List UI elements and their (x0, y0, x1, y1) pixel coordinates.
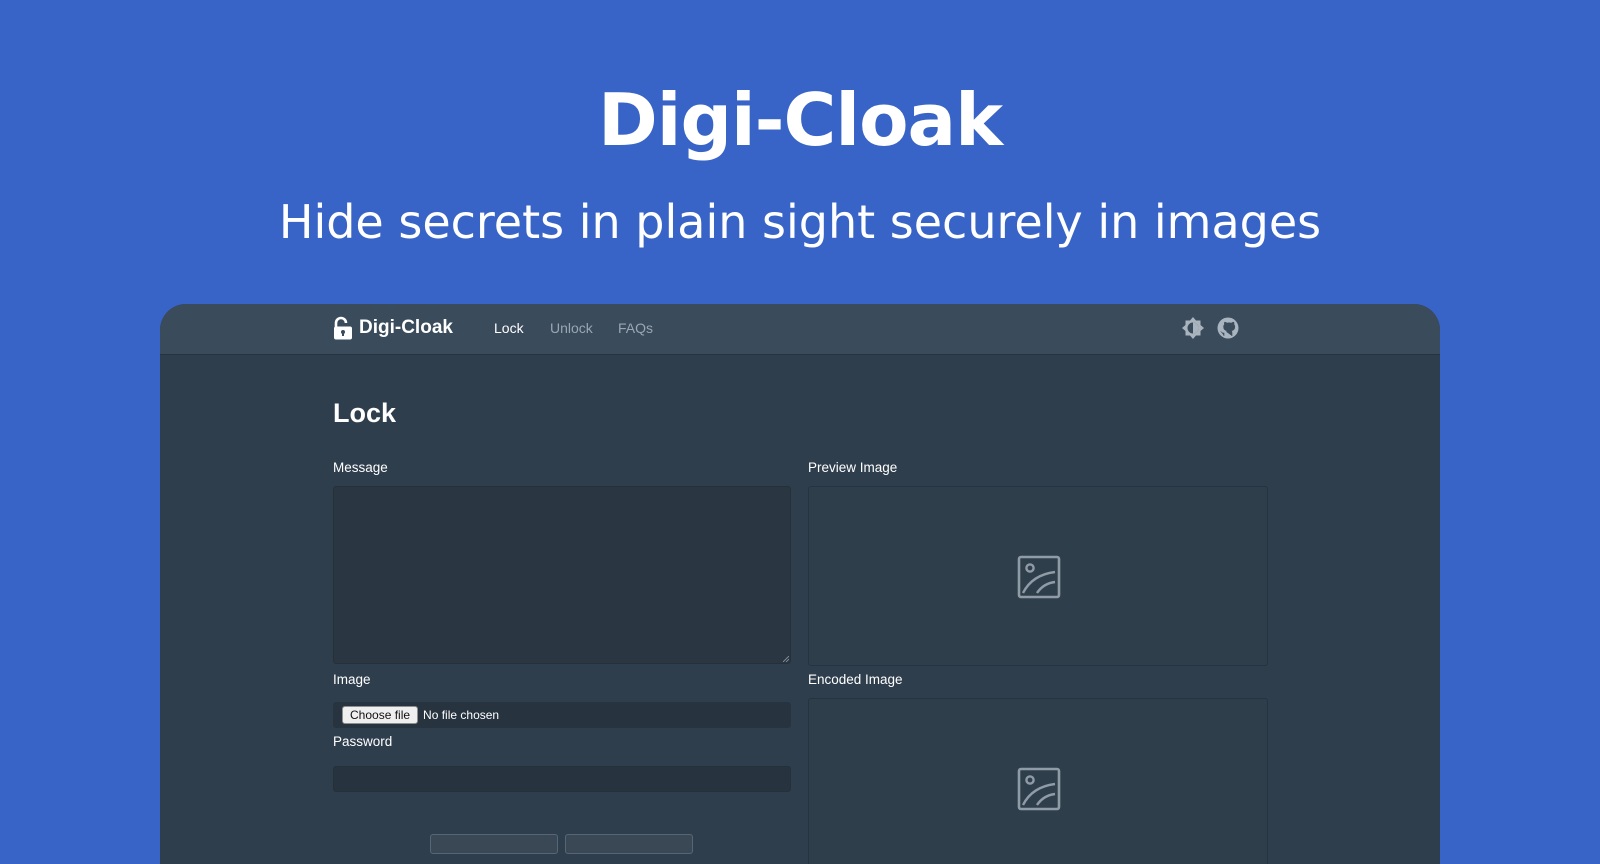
encode-button[interactable] (430, 834, 558, 854)
encoded-image-box (808, 698, 1268, 864)
nav-link-faqs[interactable]: FAQs (618, 320, 653, 336)
hero-subtitle: Hide secrets in plain sight securely in … (278, 195, 1322, 249)
preview-image-label: Preview Image (808, 460, 898, 475)
brand-name: Digi-Cloak (359, 317, 453, 338)
image-label: Image (333, 672, 371, 687)
page-title: Lock (333, 398, 397, 428)
app-window: Digi-Cloak Lock Unlock FAQs Lock Message… (160, 304, 1440, 864)
file-input[interactable]: Choose file No file chosen (333, 702, 791, 728)
preview-image-box (808, 486, 1268, 666)
password-label: Password (333, 734, 393, 749)
file-status: No file chosen (423, 708, 500, 722)
unlock-icon (333, 316, 353, 340)
choose-file-button[interactable]: Choose file (342, 706, 419, 724)
nav-link-lock[interactable]: Lock (494, 320, 524, 336)
brand-link[interactable]: Digi-Cloak (333, 316, 453, 340)
navbar: Digi-Cloak Lock Unlock FAQs (160, 304, 1440, 355)
resize-grip-icon[interactable] (783, 656, 789, 662)
encoded-image-label: Encoded Image (808, 672, 903, 687)
password-input[interactable] (333, 766, 791, 792)
image-placeholder-icon (1017, 767, 1061, 811)
hero-title: Digi-Cloak (598, 78, 1003, 162)
theme-toggle-icon[interactable] (1181, 316, 1205, 340)
image-placeholder-icon (1017, 555, 1061, 599)
github-icon[interactable] (1216, 316, 1240, 340)
message-label: Message (333, 460, 388, 475)
nav-link-unlock[interactable]: Unlock (550, 320, 593, 336)
download-button[interactable] (565, 834, 693, 854)
message-textarea[interactable] (333, 486, 791, 664)
